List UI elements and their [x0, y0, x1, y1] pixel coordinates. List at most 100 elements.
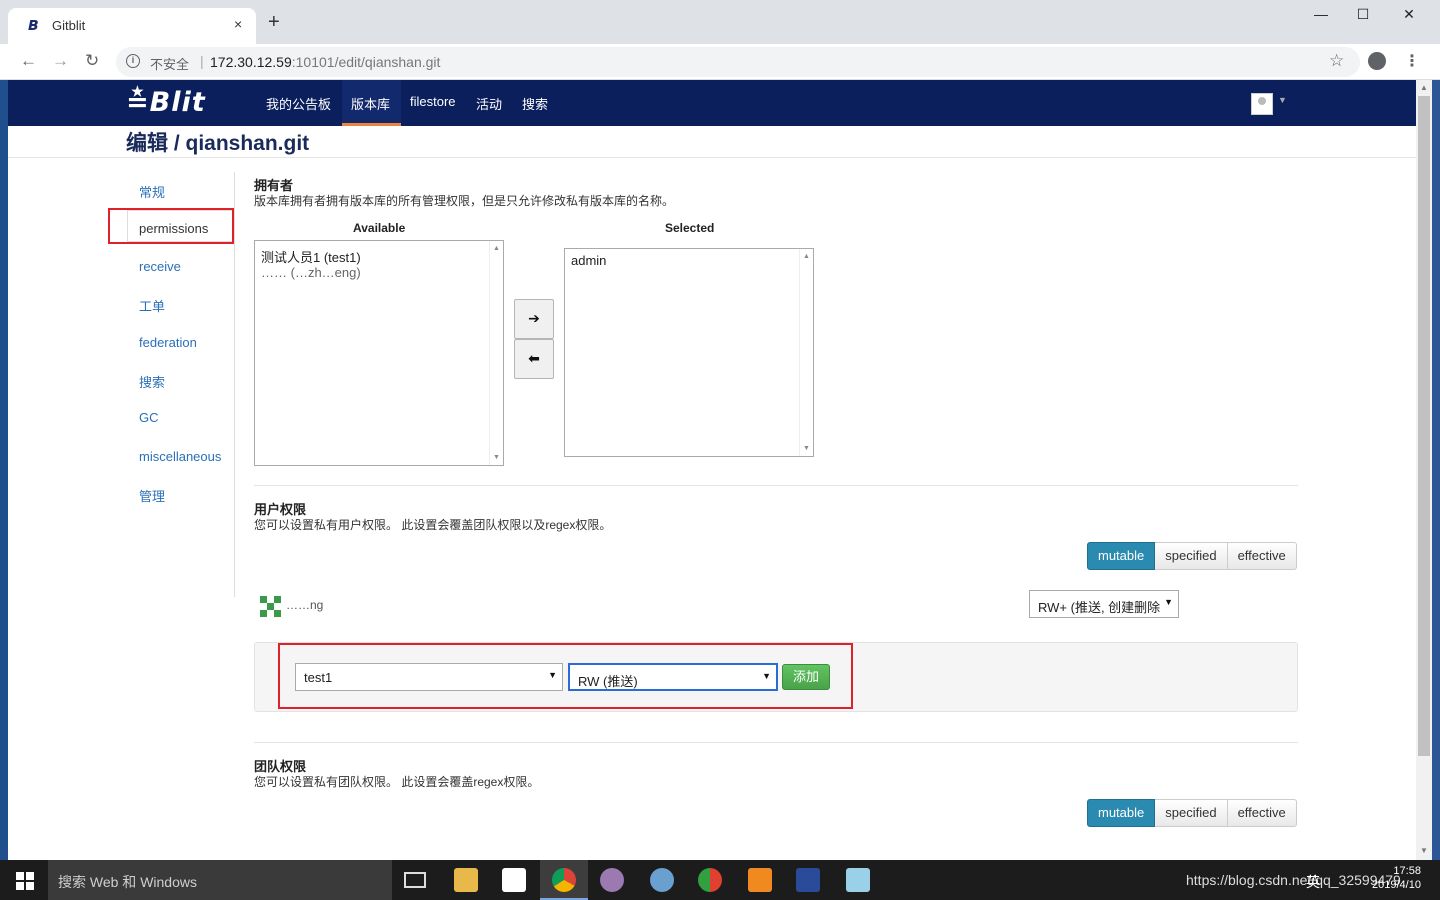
scroll-thumb[interactable] [1418, 96, 1430, 756]
user-avatar[interactable] [1251, 93, 1273, 115]
ime-indicator[interactable]: 英 [1306, 872, 1320, 892]
chrome-icon[interactable] [552, 868, 576, 892]
section-divider [254, 742, 1298, 743]
globe-icon[interactable] [650, 868, 674, 892]
caret-down-icon[interactable]: ▼ [1278, 95, 1287, 105]
scroll-up-icon[interactable]: ▲ [1420, 83, 1428, 92]
mutable-button[interactable]: mutable [1087, 542, 1156, 570]
sidebar-item-tickets[interactable]: 工单 [139, 296, 165, 315]
add-permission-highlight-box [278, 643, 853, 709]
page-scrollbar[interactable]: ▲ ▼ [1416, 80, 1432, 860]
available-label: Available [353, 221, 406, 235]
owners-description: 版本库拥有者拥有版本库的所有管理权限，但是只允许修改私有版本库的名称。 [254, 194, 675, 208]
new-tab-icon[interactable]: + [268, 12, 280, 32]
reload-icon[interactable]: ↻ [85, 51, 99, 71]
desktop-edge-left [0, 80, 8, 860]
menu-dots-icon[interactable]: ⋮ [1404, 51, 1420, 71]
permission-user-name: ……ng [286, 598, 324, 612]
taskbar-search-box[interactable]: 搜索 Web 和 Windows [48, 860, 392, 900]
team-permission-mode-toggle: mutable specified effective [1087, 799, 1297, 827]
section-divider [254, 485, 1298, 486]
user-permissions-description: 您可以设置私有用户权限。 此设置会覆盖团队权限以及regex权限。 [254, 518, 612, 532]
scroll-up-icon[interactable]: ▲ [493, 245, 500, 252]
file-explorer-icon[interactable] [454, 868, 478, 892]
maximize-icon[interactable]: ☐ [1340, 6, 1386, 26]
address-bar[interactable]: i 不安全 | 172.30.12.59:10101/edit/qianshan… [116, 47, 1360, 77]
sidebar-item-miscellaneous[interactable]: miscellaneous [139, 449, 221, 464]
mutable-button[interactable]: mutable [1087, 799, 1156, 827]
list-item[interactable]: …… (…zh…eng) [261, 265, 361, 280]
scroll-down-icon[interactable]: ▼ [493, 454, 500, 461]
user-permission-mode-toggle: mutable specified effective [1087, 542, 1297, 570]
list-scrollbar[interactable]: ▲ ▼ [489, 241, 503, 465]
browser-toolbar: ← → ↻ i 不安全 | 172.30.12.59:10101/edit/qi… [0, 44, 1440, 80]
move-right-button[interactable]: ➔ [514, 299, 554, 339]
minimize-icon[interactable]: — [1298, 6, 1344, 26]
address-separator: | [200, 53, 204, 69]
specified-button[interactable]: specified [1155, 799, 1228, 827]
scroll-down-icon[interactable]: ▼ [1420, 846, 1428, 855]
task-view-icon[interactable] [404, 872, 426, 888]
sidebar-item-gc[interactable]: GC [139, 410, 159, 425]
tray-watermark-text: https://blog.csdn.net/qq_32599479 [1186, 872, 1401, 888]
selected-label: Selected [665, 221, 715, 235]
effective-button[interactable]: effective [1227, 542, 1297, 570]
existing-permission-value: RW+ (推送, 创建删除 [1038, 600, 1161, 615]
windows-taskbar: 搜索 Web 和 Windows https://blog.csdn.net/q… [0, 860, 1440, 900]
nav-item-dashboard[interactable]: 我的公告板 [266, 94, 331, 113]
paint-icon[interactable] [600, 868, 624, 892]
info-icon[interactable]: i [126, 54, 140, 68]
gitblit-logo[interactable]: ≛Blit [126, 87, 206, 118]
taskbar-clock[interactable]: 17:58 2019/4/10 [1372, 864, 1421, 892]
sidebar-item-general[interactable]: 常规 [139, 182, 165, 201]
page-viewport: ≛Blit 我的公告板 版本库 filestore 活动 搜索 ▼ 编辑 / q… [8, 80, 1416, 860]
existing-permission-select[interactable]: RW+ (推送, 创建删除 ▼ [1029, 590, 1179, 618]
user-gravatar-icon [260, 596, 282, 618]
back-arrow-icon[interactable]: ← [20, 51, 37, 71]
arrow-left-icon: ⬅ [528, 350, 540, 366]
scroll-up-icon[interactable]: ▲ [803, 253, 810, 260]
move-left-button[interactable]: ⬅ [514, 339, 554, 379]
close-tab-icon[interactable]: × [234, 16, 242, 32]
arrow-right-icon: ➔ [528, 310, 540, 326]
specified-button[interactable]: specified [1155, 542, 1228, 570]
clock-date: 2019/4/10 [1372, 879, 1421, 891]
app-icon[interactable] [748, 868, 772, 892]
effective-button[interactable]: effective [1227, 799, 1297, 827]
bookmark-star-icon[interactable]: ☆ [1329, 51, 1344, 71]
available-owners-list[interactable]: 测试人员1 (test1) …… (…zh…eng) ▲ ▼ [254, 240, 504, 466]
list-scrollbar[interactable]: ▲ ▼ [799, 249, 813, 456]
close-window-icon[interactable]: ✕ [1386, 6, 1432, 26]
sidebar-item-administration[interactable]: 管理 [139, 486, 165, 505]
notepad-icon[interactable] [846, 868, 870, 892]
sidebar-item-search[interactable]: 搜索 [139, 372, 165, 391]
selected-owners-list[interactable]: admin ▲ ▼ [564, 248, 814, 457]
windows-start-icon[interactable] [16, 872, 34, 890]
nav-active-indicator [342, 123, 401, 126]
title-divider [8, 157, 1416, 158]
page-title: 编辑 / qianshan.git [126, 132, 310, 155]
gitblit-navbar: ≛Blit 我的公告板 版本库 filestore 活动 搜索 ▼ [8, 80, 1416, 126]
nav-item-repositories[interactable]: 版本库 [351, 94, 390, 113]
store-icon[interactable] [502, 868, 526, 892]
scroll-down-icon[interactable]: ▼ [803, 445, 810, 452]
browser-icon[interactable] [698, 868, 722, 892]
clock-time: 17:58 [1393, 865, 1421, 877]
browser-tab[interactable]: 𝘽 Gitblit × [8, 8, 256, 44]
sidebar-item-receive[interactable]: receive [139, 259, 181, 274]
dropdown-caret-icon: ▼ [1164, 597, 1173, 607]
insecure-label: 不安全 [150, 57, 190, 72]
list-item[interactable]: admin [571, 253, 606, 268]
nav-item-activity[interactable]: 活动 [476, 94, 502, 113]
forward-arrow-icon[interactable]: → [52, 51, 69, 71]
gitblit-app-icon[interactable] [796, 868, 820, 892]
tab-title: Gitblit [52, 18, 86, 33]
browser-tab-strip: 𝘽 Gitblit × + — ☐ ✕ [0, 0, 1440, 44]
nav-item-search[interactable]: 搜索 [522, 94, 548, 113]
profile-icon[interactable] [1368, 52, 1386, 70]
url-text: 172.30.12.59:10101/edit/qianshan.git [210, 54, 441, 70]
list-item[interactable]: 测试人员1 (test1) [261, 247, 361, 266]
team-permissions-description: 您可以设置私有团队权限。 此设置会覆盖regex权限。 [254, 775, 540, 789]
nav-item-filestore[interactable]: filestore [410, 94, 456, 109]
sidebar-item-federation[interactable]: federation [139, 335, 197, 350]
